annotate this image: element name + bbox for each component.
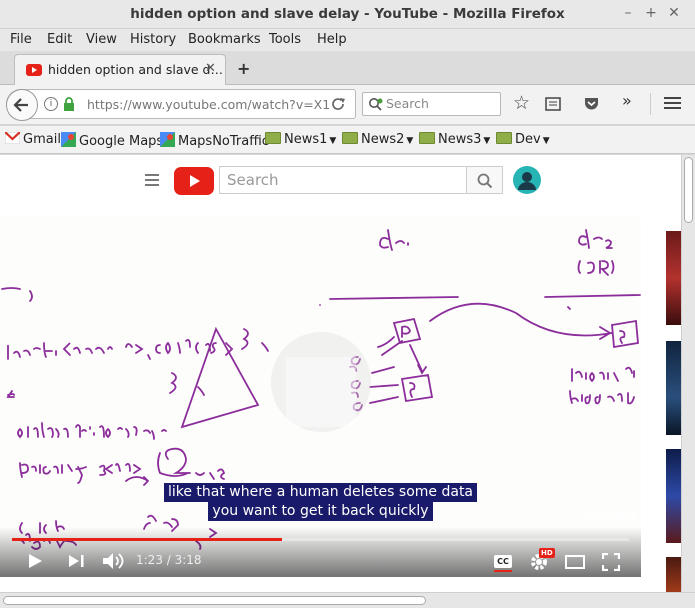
bookmark-label: News3 xyxy=(438,132,482,147)
youtube-search-button[interactable] xyxy=(466,166,503,194)
gmail-icon xyxy=(4,131,21,145)
library-icon[interactable] xyxy=(545,96,561,112)
bookmark-label: Google Maps xyxy=(79,134,164,149)
bookmarks-toolbar: Gmail Google Maps MapsNoTraffic News1 ▼ N… xyxy=(0,126,695,154)
url-bar[interactable]: i https://www.youtube.com/watch?v=X1 xyxy=(6,89,356,121)
menu-view[interactable]: View xyxy=(86,32,117,47)
hamburger-menu-icon[interactable] xyxy=(664,96,681,111)
horizontal-scrollbar[interactable] xyxy=(0,592,695,608)
tab-active[interactable]: hidden option and slave d… ✕ xyxy=(14,54,226,86)
related-video-thumbnail[interactable] xyxy=(666,341,681,435)
fullscreen-icon[interactable] xyxy=(602,553,620,571)
horizontal-scroll-thumb[interactable] xyxy=(3,596,426,605)
bookmark-gmail[interactable]: Gmail xyxy=(4,131,61,147)
bookmark-label: News1 xyxy=(284,132,328,147)
dropdown-arrow-icon: ▼ xyxy=(329,136,337,146)
youtube-search-placeholder: Search xyxy=(227,171,279,189)
menu-bookmarks[interactable]: Bookmarks xyxy=(188,32,261,47)
tab-title: hidden option and slave d… xyxy=(48,62,223,77)
tab-bar: hidden option and slave d… ✕ + xyxy=(0,51,695,86)
menu-help[interactable]: Help xyxy=(317,32,347,47)
window-titlebar: hidden option and slave delay - YouTube … xyxy=(0,0,695,29)
dropdown-arrow-icon: ▼ xyxy=(406,136,414,146)
youtube-header: Search xyxy=(0,155,681,205)
menu-bar: File Edit View History Bookmarks Tools H… xyxy=(0,29,695,51)
folder-icon xyxy=(265,132,281,144)
search-icon xyxy=(477,173,493,189)
bookmark-label: Dev xyxy=(515,132,541,147)
info-icon[interactable]: i xyxy=(44,97,58,111)
captions-button[interactable]: CC xyxy=(494,555,512,568)
player-controls: 1:23 / 3:18 CC HD xyxy=(0,527,641,577)
next-icon[interactable] xyxy=(68,554,86,568)
bookmark-maps-no-traffic[interactable]: MapsNoTraffic xyxy=(160,132,269,149)
bookmark-folder-news3[interactable]: News3 ▼ xyxy=(419,132,490,147)
url-text[interactable]: https://www.youtube.com/watch?v=X1 xyxy=(87,97,330,112)
window-title: hidden option and slave delay - YouTube … xyxy=(130,6,565,22)
dropdown-arrow-icon: ▼ xyxy=(542,136,550,146)
related-video-thumbnail[interactable] xyxy=(666,231,681,325)
related-video-thumbnail[interactable] xyxy=(666,557,681,592)
youtube-logo-icon[interactable] xyxy=(174,167,214,195)
bookmark-google-maps[interactable]: Google Maps xyxy=(61,132,163,149)
play-icon[interactable] xyxy=(27,553,43,569)
bookmark-label: MapsNoTraffic xyxy=(178,134,269,149)
menu-edit[interactable]: Edit xyxy=(47,32,72,47)
navigation-toolbar: i https://www.youtube.com/watch?v=X1 Sea… xyxy=(0,85,695,125)
caption-line-1: like that where a human deletes some dat… xyxy=(163,483,478,502)
progress-fill xyxy=(12,538,282,541)
menu-file[interactable]: File xyxy=(10,32,32,47)
folder-icon xyxy=(419,132,435,144)
lock-icon[interactable] xyxy=(63,97,75,111)
page-content: Search mongoDB like that where a human d… xyxy=(0,155,681,592)
theater-mode-icon[interactable] xyxy=(565,555,585,569)
new-tab-icon[interactable]: + xyxy=(237,59,250,78)
toolbar-divider xyxy=(650,93,651,115)
progress-bar[interactable] xyxy=(12,538,629,541)
tab-close-icon[interactable]: ✕ xyxy=(205,61,216,76)
bookmark-label: News2 xyxy=(361,132,405,147)
menu-tools[interactable]: Tools xyxy=(269,32,301,47)
maps-icon xyxy=(160,132,175,147)
back-arrow-icon xyxy=(13,98,28,112)
bookmark-folder-dev[interactable]: Dev ▼ xyxy=(496,132,550,147)
guide-menu-icon[interactable] xyxy=(145,174,159,186)
whiteboard-drawing xyxy=(1,229,641,550)
folder-icon xyxy=(496,132,512,144)
volume-icon[interactable] xyxy=(102,552,124,570)
video-player[interactable]: mongoDB like that where a human deletes … xyxy=(0,217,641,577)
related-video-thumbnail[interactable] xyxy=(666,449,681,543)
back-button[interactable] xyxy=(6,89,38,121)
folder-icon xyxy=(342,132,358,144)
browser-search-input[interactable]: Search xyxy=(362,92,501,116)
bookmark-label: Gmail xyxy=(23,132,61,147)
caption-line-1-wrap: like that where a human deletes some dat… xyxy=(0,483,641,502)
youtube-search-input[interactable]: Search xyxy=(219,166,467,194)
search-icon xyxy=(369,98,383,111)
caption-line-2-wrap: you want to get it back quickly xyxy=(0,502,641,521)
minimize-icon[interactable]: – xyxy=(620,5,636,21)
captions-active-indicator xyxy=(494,570,512,572)
bookmark-folder-news2[interactable]: News2 ▼ xyxy=(342,132,413,147)
avatar[interactable] xyxy=(513,166,541,194)
vertical-scrollbar[interactable] xyxy=(681,155,695,592)
maps-icon xyxy=(61,132,76,147)
hd-badge: HD xyxy=(539,548,555,558)
related-videos-sidebar xyxy=(651,217,681,592)
close-window-icon[interactable]: ✕ xyxy=(666,5,682,21)
vertical-scroll-thumb[interactable] xyxy=(684,157,693,223)
bookmark-star-icon[interactable]: ☆ xyxy=(513,92,530,114)
youtube-favicon-icon xyxy=(26,64,42,76)
bookmark-folder-news1[interactable]: News1 ▼ xyxy=(265,132,336,147)
caption-line-2: you want to get it back quickly xyxy=(208,502,433,521)
overflow-chevron-icon[interactable]: » xyxy=(622,91,632,110)
pocket-icon[interactable] xyxy=(583,95,600,112)
dropdown-arrow-icon: ▼ xyxy=(483,136,491,146)
maximize-icon[interactable]: + xyxy=(643,5,659,21)
time-display: 1:23 / 3:18 xyxy=(136,553,202,567)
browser-search-placeholder: Search xyxy=(386,96,429,111)
menu-history[interactable]: History xyxy=(130,32,176,47)
reload-icon[interactable] xyxy=(331,97,346,112)
